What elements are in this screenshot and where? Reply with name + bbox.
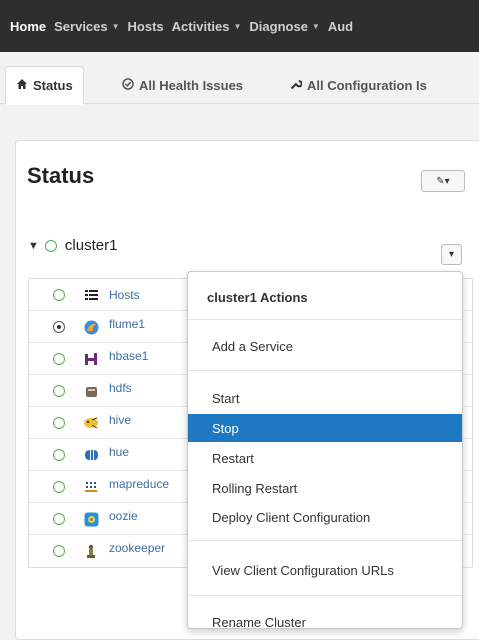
status-ok-icon [53,289,65,301]
status-edit-button[interactable]: ✎▾ [421,170,465,192]
tab-status-label: Status [33,78,73,93]
menu-divider [188,370,462,371]
service-link[interactable]: hue [109,445,129,459]
menu-item-deploy-client-configuration[interactable]: Deploy Client Configuration [188,503,462,531]
status-ok-icon [53,417,65,429]
wrench-icon [290,78,303,93]
service-link[interactable]: Hosts [109,288,140,302]
menu-item-start[interactable]: Start [188,384,462,412]
hive-icon [83,415,99,431]
zookeeper-icon [83,543,99,559]
status-ok-icon [53,545,65,557]
caret-down-icon: ▾ [448,249,455,260]
nav-services-label: Services [54,18,108,34]
status-ok-icon [53,449,65,461]
chevron-down-icon[interactable]: ▼ [28,240,39,252]
service-link[interactable]: hive [109,413,131,427]
service-link[interactable]: oozie [109,509,138,523]
service-link[interactable]: zookeeper [109,541,165,555]
caret-down-icon: ▼ [311,21,320,31]
nav-home-label: Home [10,18,47,34]
menu-divider [188,319,462,320]
service-link[interactable]: hbase1 [109,349,148,363]
edit-icon: ✎▾ [436,175,450,187]
nav-hosts-label: Hosts [127,18,164,34]
tab-all-health-issues-label: All Health Issues [139,77,244,93]
status-running-icon [53,321,65,333]
status-ok-icon [44,239,57,252]
service-link[interactable]: mapreduce [109,477,169,491]
menu-item-view-client-configuration-urls[interactable]: View Client Configuration URLs [188,556,462,584]
mapreduce-icon [83,479,99,495]
status-title: Status [27,163,95,188]
nav-audits-label: Aud [327,18,354,34]
status-ok-icon [53,481,65,493]
menu-item-rename-cluster[interactable]: Rename Cluster [188,608,462,629]
caret-down-icon: ▼ [233,21,242,31]
menu-item-stop[interactable]: Stop [188,414,462,442]
hosts-list-icon [83,287,99,303]
menu-header: cluster1 Actions [207,290,308,305]
top-navbar: Home Services ▼ Hosts Activities ▼ Diagnos… [0,0,479,52]
oozie-icon [83,511,99,527]
service-link[interactable]: flume1 [109,317,145,331]
cluster-name[interactable]: cluster1 [65,237,118,254]
nav-audits[interactable]: Aud [328,19,353,34]
hbase-icon [83,351,99,367]
cluster-actions-button[interactable]: ▾ [441,244,462,265]
menu-item-restart[interactable]: Restart [188,444,462,472]
cluster-actions-menu: cluster1 Actions Add a Service Start Sto… [187,271,463,629]
tab-all-configuration-issues[interactable]: All Configuration Is [290,66,427,104]
nav-activities[interactable]: Activities ▼ [172,19,242,34]
caret-down-icon: ▼ [111,21,120,31]
tab-all-health-issues[interactable]: All Health Issues [122,66,243,104]
status-ok-icon [53,513,65,525]
tab-all-configuration-issues-label: All Configuration Is [307,77,427,93]
nav-services[interactable]: Services ▼ [54,19,119,34]
tab-bar: Status All Health Issues All Configurati… [0,52,479,105]
nav-activities-label: Activities [171,18,230,34]
nav-diagnose-label: Diagnose [249,18,308,34]
menu-item-add-service[interactable]: Add a Service [188,332,462,360]
tab-status[interactable]: Status [5,66,84,105]
cluster-header: ▼ cluster1 [28,237,117,254]
health-icon [122,77,134,93]
nav-home[interactable]: Home [10,19,46,34]
nav-hosts[interactable]: Hosts [128,19,164,34]
flume-icon [83,319,99,335]
hue-icon [83,447,99,463]
status-ok-icon [53,353,65,365]
service-link[interactable]: hdfs [109,381,132,395]
menu-divider [188,540,462,541]
menu-divider [188,595,462,596]
home-icon [16,78,28,93]
nav-diagnose[interactable]: Diagnose ▼ [249,19,319,34]
hdfs-icon [83,383,99,399]
status-ok-icon [53,385,65,397]
menu-item-rolling-restart[interactable]: Rolling Restart [188,474,462,502]
